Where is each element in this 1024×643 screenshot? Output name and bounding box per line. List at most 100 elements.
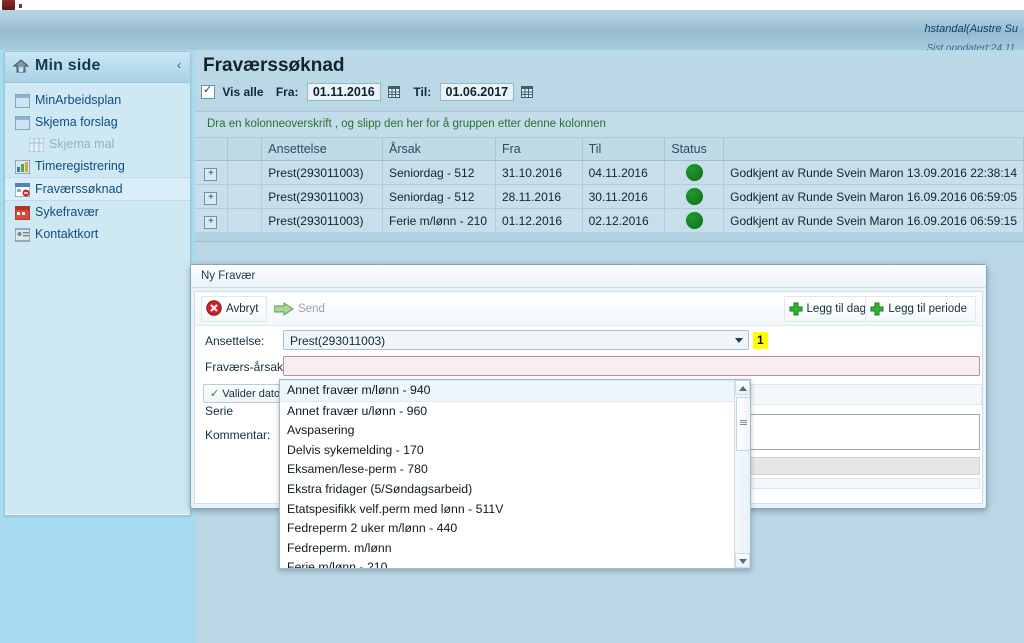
sidebar-item-label: Skjema forslag (35, 115, 118, 129)
status-badge (685, 212, 703, 229)
plus-green-icon (870, 301, 884, 325)
show-all-checkbox[interactable] (201, 83, 215, 99)
dropdown-option[interactable]: Delvis sykemelding - 170 (280, 441, 750, 461)
sidebar-item-sykefravaer[interactable]: Sykefravær (5, 201, 190, 223)
sidebar-item-label: Skjema mal (49, 137, 115, 151)
cell-note: Godkjent av Runde Svein Maron 16.09.2016… (723, 208, 1024, 233)
cell-arsak: Seniordag - 512 (382, 184, 496, 209)
sidebar-title: Min side (35, 57, 101, 74)
page-title: Fraværssøknad (203, 55, 345, 76)
add-period-button[interactable]: Legg til periode (865, 296, 976, 322)
cell-status (664, 208, 725, 233)
fravaer-table: Ansettelse Årsak Fra Til Status + Prest(… (195, 138, 1024, 233)
user-name-label: hstandal(Austre Su (924, 23, 1018, 35)
cell-note: Godkjent av Runde Svein Maron 16.09.2016… (723, 184, 1024, 209)
column-header-note[interactable] (723, 138, 1024, 161)
sidebar-item-minarbeidsplan[interactable]: MinArbeidsplan (5, 89, 190, 111)
table-row[interactable]: + Prest(293011003) Seniordag - 512 31.10… (195, 160, 1024, 185)
dropdown-option[interactable]: Annet fravær u/lønn - 960 (280, 402, 750, 422)
cell-note: Godkjent av Runde Svein Maron 13.09.2016… (723, 160, 1024, 185)
sidebar-item-label: Timeregistrering (35, 159, 125, 173)
dropdown-option[interactable]: Fedreperm 2 uker m/lønn - 440 (280, 519, 750, 539)
dropdown-option[interactable]: Ferie m/lønn - 210 (280, 558, 750, 568)
grid-icon (28, 137, 45, 153)
chevron-down-icon (735, 338, 743, 343)
cell-fra: 01.12.2016 (495, 208, 583, 233)
add-day-button-label: Legg til dag (806, 303, 866, 315)
column-header-ansettelse[interactable]: Ansettelse (261, 138, 383, 161)
add-period-button-label: Legg til periode (888, 303, 967, 315)
column-header-status[interactable]: Status (664, 138, 725, 161)
dropdown-option[interactable]: Fedreperm. m/lønn (280, 539, 750, 559)
ansettelse-row: Ansettelse: Prest(293011003) 1 (195, 330, 982, 356)
sidebar-item-label: Sykefravær (35, 205, 99, 219)
ansettelse-select-value: Prest(293011003) (290, 334, 386, 348)
row-expand-cell[interactable]: + (195, 184, 228, 209)
sidebar-item-fravaerssoknad[interactable]: Fraværssøknad (5, 177, 190, 201)
kommentar-label: Kommentar: (205, 428, 271, 442)
cell-til: 30.11.2016 (582, 184, 666, 209)
check-icon: ✓ (210, 388, 220, 400)
sidebar-item-kontaktkort[interactable]: Kontaktkort (5, 223, 190, 245)
calendar-icon[interactable] (521, 86, 534, 98)
expand-row-button[interactable]: + (204, 215, 218, 229)
to-date-input[interactable]: 01.06.2017 (439, 83, 515, 101)
to-label: Til: (413, 85, 432, 99)
dropdown-option[interactable]: Ekstra fridager (5/Søndagsarbeid) (280, 480, 750, 500)
arsak-select[interactable] (283, 356, 980, 376)
table-row[interactable]: + Prest(293011003) Seniordag - 512 28.11… (195, 184, 1024, 209)
dialog-toolbar: Avbryt Send Legg til dag Legg til period… (195, 292, 982, 326)
dialog-title: Ny Fravær (191, 265, 986, 288)
sidebar-collapse-icon[interactable]: ‹ (177, 58, 181, 72)
scrollbar-thumb[interactable] (736, 397, 750, 451)
column-header-fra[interactable]: Fra (495, 138, 583, 161)
cell-ansettelse: Prest(293011003) (261, 184, 383, 209)
sidebar-item-label: Kontaktkort (35, 227, 99, 241)
serie-label: Serie (205, 404, 234, 418)
add-day-button[interactable]: Legg til dag (783, 296, 875, 322)
column-header-blank[interactable] (227, 138, 263, 161)
ansettelse-count-badge: 1 (753, 332, 768, 349)
expand-row-button[interactable]: + (204, 167, 218, 181)
ansettelse-select[interactable]: Prest(293011003) (283, 330, 749, 350)
column-header-arsak[interactable]: Årsak (382, 138, 496, 161)
ansettelse-label: Ansettelse: (205, 334, 265, 348)
group-by-drop-hint[interactable]: Dra en kolonneoverskrift , og slipp den … (195, 111, 1024, 138)
calendar-red-icon (14, 205, 31, 221)
row-blank-cell (227, 208, 263, 233)
cancel-button-label: Avbryt (226, 303, 259, 315)
scroll-down-arrow-icon[interactable] (735, 553, 750, 568)
arsak-dropdown-list[interactable]: Annet fravær m/lønn - 940 Annet fravær u… (279, 379, 751, 569)
send-button[interactable]: Send (269, 296, 334, 322)
scroll-up-arrow-icon[interactable] (735, 380, 750, 395)
from-label: Fra: (275, 85, 299, 99)
cell-arsak: Ferie m/lønn - 210 (382, 208, 496, 233)
expand-row-button[interactable]: + (204, 191, 218, 205)
sidebar-item-timeregistrering[interactable]: Timeregistrering (5, 155, 190, 177)
dropdown-option[interactable]: Avspasering (280, 421, 750, 441)
cell-ansettelse: Prest(293011003) (261, 208, 383, 233)
cancel-button[interactable]: Avbryt (201, 296, 268, 325)
row-expand-cell[interactable]: + (195, 160, 228, 185)
table-row[interactable]: + Prest(293011003) Ferie m/lønn - 210 01… (195, 208, 1024, 233)
dropdown-option[interactable]: Eksamen/lese-perm - 780 (280, 460, 750, 480)
calendar-icon[interactable] (388, 86, 401, 98)
row-blank-cell (227, 184, 263, 209)
fravaer-grid: Dra en kolonneoverskrift , og slipp den … (195, 111, 1024, 233)
show-all-label: Vis alle (222, 85, 264, 99)
tab-dot-icon (19, 4, 22, 8)
sidebar-item-skjema-forslag[interactable]: Skjema forslag (5, 111, 190, 133)
cell-til: 02.12.2016 (582, 208, 666, 233)
cell-fra: 28.11.2016 (495, 184, 583, 209)
column-header-til[interactable]: Til (582, 138, 666, 161)
row-expand-cell[interactable]: + (195, 208, 228, 233)
from-date-input[interactable]: 01.11.2016 (306, 83, 381, 101)
column-header-expand[interactable] (195, 138, 228, 161)
dropdown-option[interactable]: Annet fravær m/lønn - 940 (280, 380, 750, 402)
contact-card-icon (14, 227, 31, 242)
dropdown-option[interactable]: Etatspesifikk velf.perm med lønn - 511V (280, 500, 750, 520)
dropdown-scrollbar[interactable] (734, 380, 750, 568)
send-button-label: Send (298, 303, 325, 315)
sidebar-header: Min side ‹ (5, 52, 190, 83)
cancel-red-x-icon (206, 300, 222, 325)
